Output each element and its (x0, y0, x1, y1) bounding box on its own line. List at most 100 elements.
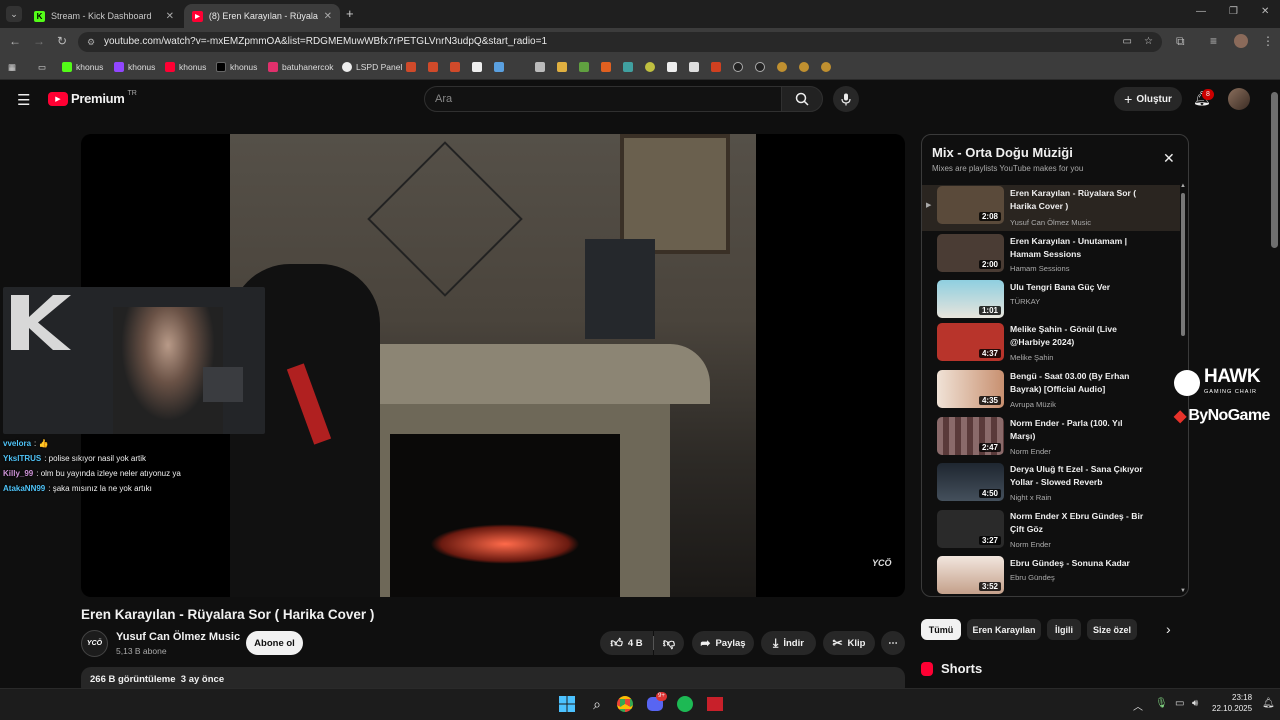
bookmark-icon[interactable] (689, 62, 699, 72)
bookmark-item[interactable]: batuhanercok (268, 60, 334, 74)
gmail-icon[interactable] (428, 62, 438, 72)
new-tab-button[interactable]: + (346, 6, 354, 21)
gmail-icon[interactable] (406, 62, 416, 72)
bookmark-label: khonus (128, 62, 156, 72)
bookmark-item[interactable]: khonus (62, 60, 103, 74)
bookmark-icon[interactable] (494, 62, 504, 72)
bookmark-icon[interactable] (777, 62, 787, 72)
bookmark-item[interactable]: LSPD Panel (342, 60, 402, 74)
playlist-item[interactable]: 4:37 Melike Şahin - Gönül (Live @Harbiye… (922, 322, 1180, 368)
folder-icon[interactable]: ▭ (38, 60, 46, 74)
bookmark-item[interactable]: khonus (114, 60, 155, 74)
address-bar[interactable]: ⚙ youtube.com/watch?v=-mxEMZpmmOA&list=R… (78, 32, 1162, 52)
page-scrollbar[interactable] (1271, 92, 1278, 248)
tab-youtube-video[interactable]: ▶ (8) Eren Karayılan - Rüyalara Sor ✕ (184, 4, 340, 28)
bookmark-icon[interactable] (645, 62, 655, 72)
bookmark-icon[interactable] (557, 62, 567, 72)
scroll-up-icon[interactable]: ▲ (1180, 183, 1186, 189)
playlist-item[interactable]: 2:00 Eren Karayılan - Unutamam | Hamam S… (922, 233, 1180, 279)
playlist-item[interactable]: 3:27 Norm Ender X Ebru Gündeş - Bir Çift… (922, 509, 1180, 555)
chrome-taskbar-button[interactable] (614, 694, 636, 714)
back-icon[interactable]: ← (9, 34, 21, 48)
extensions-icon[interactable]: ⧉ (1176, 34, 1185, 49)
playlist-item[interactable]: 1:01 Ulu Tengri Bana Güç Ver TÜRKAY (922, 279, 1180, 325)
close-icon[interactable]: ✕ (166, 11, 174, 22)
account-avatar[interactable] (1228, 88, 1250, 110)
search-input[interactable]: Ara (424, 86, 782, 112)
create-button[interactable]: + Oluştur (1114, 87, 1182, 111)
profile-avatar[interactable] (1234, 34, 1248, 48)
bookmark-icon-group[interactable] (406, 60, 504, 74)
playlist-item[interactable]: 4:50 Derya Uluğ ft Ezel - Sana Çıkıyor Y… (922, 462, 1180, 508)
chip-all[interactable]: Tümü (921, 619, 961, 640)
voice-search-button[interactable] (833, 86, 859, 112)
minimize-icon[interactable]: — (1196, 6, 1206, 17)
channel-name[interactable]: Yusuf Can Ölmez Music (116, 631, 240, 643)
dislike-button[interactable]: 👎︎ (654, 631, 684, 655)
playlist-item-channel: Hamam Sessions (1010, 264, 1070, 273)
microphone-tray-icon[interactable]: 🎙︎ (1155, 698, 1168, 709)
bookmark-icon[interactable] (667, 62, 677, 72)
bookmark-icon[interactable] (601, 62, 611, 72)
bookmark-icon[interactable] (472, 62, 482, 72)
tab-search-icon[interactable]: ⌄ (6, 6, 22, 22)
bookmark-icon[interactable] (755, 62, 765, 72)
bookmark-item[interactable]: khonus (216, 60, 257, 74)
playlist-title[interactable]: Mix - Orta Doğu Müziği (932, 145, 1073, 160)
chip-eren-karayilan[interactable]: Eren Karayılan (967, 619, 1041, 640)
tray-chevron-icon[interactable]: ︿ (1133, 698, 1143, 713)
clip-button[interactable]: ✂ Klip (823, 631, 875, 655)
bookmark-icon[interactable] (711, 62, 721, 72)
apps-icon[interactable]: ▦ (8, 60, 16, 74)
playlist-scrollbar[interactable] (1181, 193, 1185, 336)
like-button[interactable]: 👍︎ 4 B (600, 631, 653, 655)
network-icon[interactable]: ▭ (1175, 698, 1184, 709)
reload-icon[interactable]: ↻ (57, 34, 67, 48)
bookmark-icon-group[interactable] (535, 60, 831, 74)
spotify-taskbar-button[interactable] (674, 694, 696, 714)
media-icon[interactable]: ≡ (1210, 34, 1217, 48)
app-taskbar-button[interactable] (704, 694, 726, 714)
bookmark-icon[interactable] (821, 62, 831, 72)
scroll-down-icon[interactable]: ▼ (1180, 588, 1186, 594)
close-icon[interactable]: ✕ (324, 11, 332, 22)
taskbar-search-icon[interactable]: ⌕ (586, 694, 608, 714)
more-actions-button[interactable]: ⋯ (881, 631, 905, 655)
tab-kick-dashboard[interactable]: K Stream - Kick Dashboard ✕ (26, 4, 182, 28)
download-button[interactable]: ⤓ İndir (761, 631, 816, 655)
bookmark-item[interactable]: khonus (165, 60, 206, 74)
subscribe-button[interactable]: Abone ol (246, 631, 303, 655)
maximize-icon[interactable]: ❐ (1229, 6, 1238, 17)
chip-related[interactable]: İlgili (1047, 619, 1081, 640)
channel-avatar[interactable]: YCÖ (81, 630, 108, 657)
gmail-icon[interactable] (450, 62, 460, 72)
chevron-right-icon[interactable]: › (1166, 621, 1171, 637)
channel-watermark[interactable]: YCÖ (872, 558, 892, 568)
bookmark-icon[interactable] (535, 62, 545, 72)
bookmark-icon[interactable] (579, 62, 589, 72)
notification-center-icon[interactable]: 🔔︎ (1262, 698, 1275, 709)
playlist-item[interactable]: 3:52 Ebru Gündeş - Sonuna Kadar Ebru Gün… (922, 555, 1180, 595)
start-button[interactable] (556, 694, 578, 714)
search-button[interactable] (781, 86, 823, 112)
bookmark-icon[interactable] (799, 62, 809, 72)
close-playlist-icon[interactable]: ✕ (1163, 150, 1175, 167)
browser-menu-icon[interactable]: ⋮ (1262, 34, 1274, 48)
bookmark-star-icon[interactable]: ☆ (1144, 32, 1153, 52)
forward-icon[interactable]: → (33, 34, 45, 48)
volume-icon[interactable]: 🔊︎ (1192, 698, 1198, 709)
youtube-logo[interactable]: ▶ Premium TR (48, 90, 137, 106)
playlist-item[interactable]: 2:47 Norm Ender - Parla (100. Yıl Marşı)… (922, 416, 1180, 462)
window-close-icon[interactable]: ✕ (1261, 6, 1269, 17)
system-clock[interactable]: 23:18 22.10.2025 (1212, 692, 1252, 714)
hamburger-menu-icon[interactable]: ☰ (17, 91, 30, 109)
chip-for-you[interactable]: Size özel (1087, 619, 1137, 640)
bookmark-icon[interactable] (733, 62, 743, 72)
playlist-item[interactable]: ▶ 2:08 Eren Karayılan - Rüyalara Sor ( H… (922, 185, 1180, 231)
playlist-item[interactable]: 4:35 Bengü - Saat 03.00 (By Erhan Bayrak… (922, 369, 1180, 415)
more-icon: ⋯ (888, 637, 898, 649)
site-info-icon[interactable]: ⚙ (87, 32, 95, 52)
share-button[interactable]: ➦ Paylaş (692, 631, 754, 655)
bookmark-icon[interactable] (623, 62, 633, 72)
cast-icon[interactable]: ▭ (1123, 32, 1132, 52)
